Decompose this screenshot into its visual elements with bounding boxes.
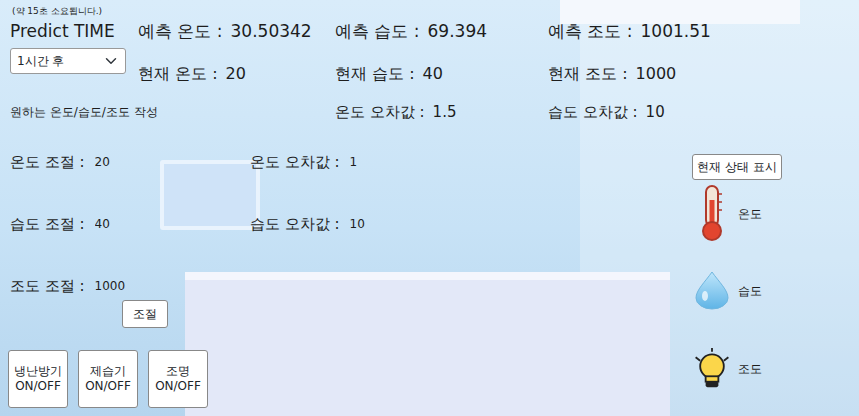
device-toggle: ON/OFF: [15, 379, 61, 394]
control-row: 습도 조절 : 습도 오차값 :: [10, 206, 430, 242]
device-name: 조명: [166, 364, 190, 379]
predict-label: 예측 조도 :: [548, 21, 633, 41]
thermometer-icon: [692, 184, 732, 244]
current-value: 현재 조도 : 1000: [548, 44, 859, 88]
current-label: 현재 습도 :: [335, 62, 415, 86]
error-label: 습도 오차값 :: [548, 101, 638, 124]
control-area: 온도 조절 : 온도 오차값 : 습도 조절 : 습도 오차값 : 조도 조절 : 조절냉…: [10, 136, 859, 408]
error-number: 1.5: [433, 101, 457, 124]
device-name: 제습기: [90, 364, 126, 379]
control-error-label: 습도 오차값 :: [250, 213, 340, 236]
current-number: 40: [423, 62, 443, 86]
lab-board: [160, 160, 260, 230]
control-row: 온도 조절 : 온도 오차값 :: [10, 144, 430, 180]
bulb-icon: [692, 346, 732, 392]
control-error-input[interactable]: [340, 153, 400, 171]
predict-number: 30.50342: [231, 21, 312, 41]
device-button[interactable]: 냉난방기ON/OFF: [8, 350, 68, 408]
status-button[interactable]: 현재 상태 표시: [692, 154, 782, 180]
current-value: 현재 온도 : 20: [138, 44, 335, 88]
current-label: 현재 온도 :: [138, 62, 218, 86]
error-label: 온도 오차값 :: [335, 101, 425, 124]
lab-shelf: [580, 0, 859, 416]
form-title-text: 원하는 온도/습도/조도 작성: [10, 103, 158, 121]
time-note: (약 15초 소요됩니다.): [10, 4, 859, 18]
predict-label: 예측 온도 :: [138, 21, 223, 41]
control-form: 온도 조절 : 온도 오차값 : 습도 조절 : 습도 오차값 : 조도 조절 : 조절냉…: [10, 144, 430, 408]
control-main: 온도 조절 :: [10, 151, 250, 174]
predict-value: 예측 조도 : 1001.51: [548, 18, 859, 44]
apply-row: 조절: [10, 300, 430, 328]
current-error: 습도 오차값 : 10: [548, 88, 859, 136]
summary-grid: Predict TIME예측 온도 : 30.50342 예측 습도 : 69.394…: [10, 18, 859, 136]
predict-title: Predict TIME: [10, 18, 138, 44]
current-number: 1000: [636, 62, 677, 86]
status-panel: 현재 상태 표시온도습도조도: [692, 144, 812, 408]
status-label: 습도: [738, 282, 762, 300]
control-input[interactable]: [85, 215, 145, 233]
thermometer-icon: [698, 184, 726, 242]
status-button-wrap: 현재 상태 표시: [692, 144, 812, 180]
control-input[interactable]: [85, 153, 145, 171]
control-label: 조도 조절 :: [10, 275, 85, 298]
predict-label: 예측 습도 :: [335, 21, 420, 41]
lab-counter: [185, 272, 670, 416]
predict-value: 예측 온도 : 30.50342: [138, 18, 335, 44]
app: (약 15초 소요됩니다.)Predict TIME예측 온도 : 30.5034…: [0, 0, 859, 408]
current-error: 온도 오차값 : 1.5: [335, 88, 548, 136]
control-input[interactable]: [85, 277, 145, 295]
drop-icon: [693, 270, 731, 310]
current-number: 20: [226, 62, 246, 86]
error-number: 10: [646, 101, 665, 124]
status-item: 조도: [692, 346, 812, 392]
lab-window: [560, 0, 800, 24]
time-select[interactable]: 1시간 후: [10, 48, 126, 74]
status-item: 습도: [692, 270, 812, 312]
device-buttons: 냉난방기ON/OFF제습기ON/OFF조명ON/OFF: [8, 350, 430, 408]
current-label: 현재 조도 :: [548, 62, 628, 86]
control-main: 조도 조절 :: [10, 275, 250, 298]
predict-value: 예측 습도 : 69.394: [335, 18, 548, 44]
device-toggle: ON/OFF: [155, 379, 201, 394]
device-toggle: ON/OFF: [85, 379, 131, 394]
device-name: 냉난방기: [14, 364, 62, 379]
control-row: 조도 조절 :: [10, 268, 430, 304]
time-cell: 1시간 후: [10, 44, 138, 88]
control-error-input[interactable]: [340, 215, 400, 233]
device-button[interactable]: 조명ON/OFF: [148, 350, 208, 408]
control-label: 온도 조절 :: [10, 151, 85, 174]
predict-number: 1001.51: [641, 21, 711, 41]
apply-button[interactable]: 조절: [122, 300, 168, 328]
status-item: 온도: [692, 184, 812, 244]
form-title: 원하는 온도/습도/조도 작성: [10, 88, 335, 136]
drop-icon: [692, 270, 732, 312]
current-value: 현재 습도 : 40: [335, 44, 548, 88]
control-error: 온도 오차값 :: [250, 151, 400, 174]
device-button[interactable]: 제습기ON/OFF: [78, 350, 138, 408]
control-error: 습도 오차값 :: [250, 213, 400, 236]
status-label: 조도: [738, 360, 762, 378]
control-label: 습도 조절 :: [10, 213, 85, 236]
control-main: 습도 조절 :: [10, 213, 250, 236]
bulb-icon: [692, 346, 732, 392]
predict-number: 69.394: [428, 21, 487, 41]
control-error-label: 온도 오차값 :: [250, 151, 340, 174]
status-label: 온도: [738, 205, 762, 223]
